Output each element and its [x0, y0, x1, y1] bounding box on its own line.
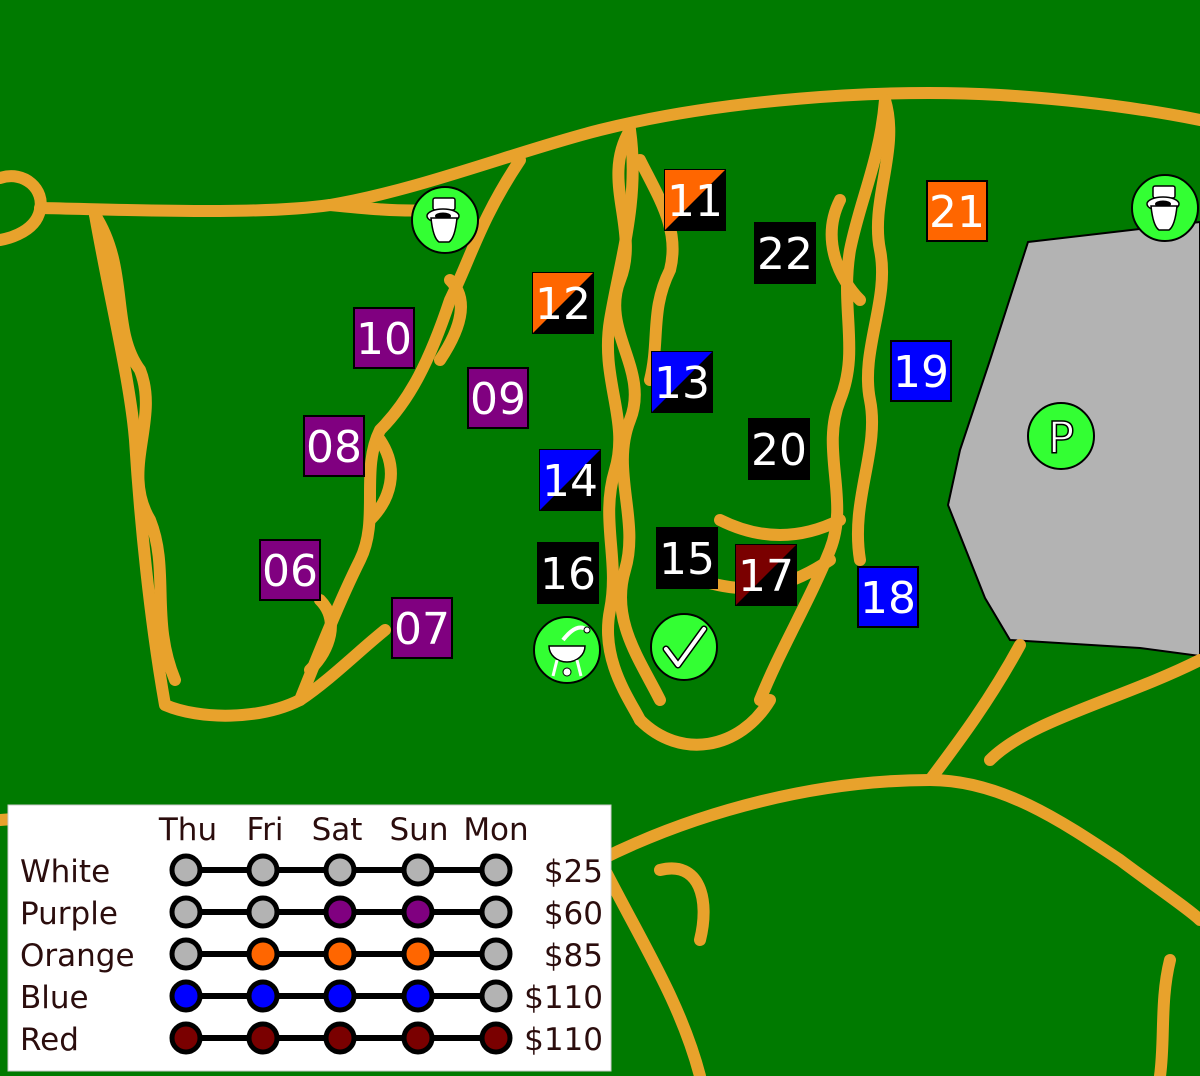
- site-08[interactable]: 08: [303, 415, 365, 477]
- site-number: 14: [542, 456, 598, 507]
- site-22[interactable]: 22: [754, 222, 816, 284]
- site-21[interactable]: 21: [926, 180, 988, 242]
- site-number: 13: [654, 358, 710, 409]
- site-number: 17: [738, 551, 794, 602]
- map-canvas: 06 07 08 09 10 11 12 13 14 15 16 17 18 1…: [0, 0, 1200, 1076]
- legend-day-dot: [479, 853, 513, 887]
- site-number: 19: [893, 347, 949, 398]
- site-number: 22: [757, 229, 813, 280]
- site-number: 07: [394, 604, 450, 655]
- site-17[interactable]: 17: [735, 544, 797, 606]
- site-number: 08: [306, 422, 362, 473]
- legend-day-dot: [323, 853, 357, 887]
- legend-day-dot: [246, 937, 280, 971]
- site-number: 15: [659, 534, 715, 585]
- legend-day-dot: [401, 979, 435, 1013]
- legend-day-dot: [323, 979, 357, 1013]
- legend-day-dot: [246, 895, 280, 929]
- legend-row-name: Blue: [20, 980, 89, 1016]
- legend-day-dot: [479, 895, 513, 929]
- parking-icon[interactable]: P: [1027, 402, 1095, 470]
- campground-map: 06 07 08 09 10 11 12 13 14 15 16 17 18 1…: [0, 0, 1200, 1076]
- site-16[interactable]: 16: [537, 542, 599, 604]
- day-header: Sat: [312, 812, 363, 848]
- site-09[interactable]: 09: [467, 367, 529, 429]
- legend-row-price: $25: [544, 854, 603, 890]
- site-number: 16: [540, 549, 596, 600]
- legend-day-headers: Thu Fri Sat Sun Mon: [158, 812, 529, 848]
- site-07[interactable]: 07: [391, 597, 453, 659]
- legend-day-dot: [479, 937, 513, 971]
- site-20[interactable]: 20: [748, 418, 810, 480]
- legend-day-dot: [479, 1021, 513, 1055]
- legend-day-dot: [169, 895, 203, 929]
- legend-day-dot: [323, 1021, 357, 1055]
- toilet-icon[interactable]: [1131, 174, 1199, 242]
- site-number: 12: [535, 279, 591, 330]
- legend-day-dot: [401, 853, 435, 887]
- legend-day-dot: [246, 979, 280, 1013]
- site-11[interactable]: 11: [664, 169, 726, 231]
- site-15[interactable]: 15: [656, 527, 718, 589]
- site-12[interactable]: 12: [532, 272, 594, 334]
- legend: Thu Fri Sat Sun Mon White $25 Purple $60 Ora…: [7, 804, 612, 1072]
- site-number: 10: [356, 314, 412, 365]
- day-header: Thu: [158, 812, 217, 848]
- legend-day-dot: [169, 979, 203, 1013]
- legend-row-name: Red: [20, 1022, 79, 1058]
- legend-row-price: $110: [524, 980, 603, 1016]
- legend-day-dot: [323, 895, 357, 929]
- legend-row-name: Purple: [20, 896, 118, 932]
- legend-row-name: Orange: [20, 938, 135, 974]
- site-06[interactable]: 06: [259, 539, 321, 601]
- legend-row-price: $60: [544, 896, 603, 932]
- legend-day-dot: [323, 937, 357, 971]
- legend-day-dot: [246, 1021, 280, 1055]
- legend-day-dot: [479, 979, 513, 1013]
- parking-label: P: [1048, 413, 1075, 464]
- site-number: 09: [470, 374, 526, 425]
- toilet-icon[interactable]: [411, 186, 479, 254]
- site-14[interactable]: 14: [539, 449, 601, 511]
- site-number: 11: [667, 176, 723, 227]
- legend-day-dot: [169, 1021, 203, 1055]
- site-number: 06: [262, 546, 318, 597]
- site-19[interactable]: 19: [890, 340, 952, 402]
- site-10[interactable]: 10: [353, 307, 415, 369]
- legend-row-price: $110: [524, 1022, 603, 1058]
- grill-icon[interactable]: [533, 616, 601, 684]
- legend-day-dot: [169, 853, 203, 887]
- checkmark-icon[interactable]: [650, 613, 718, 681]
- site-13[interactable]: 13: [651, 351, 713, 413]
- legend-day-dot: [401, 895, 435, 929]
- day-header: Sun: [390, 812, 449, 848]
- legend-day-dot: [169, 937, 203, 971]
- legend-row-price: $85: [544, 938, 603, 974]
- site-number: 20: [751, 425, 807, 476]
- site-number: 18: [860, 573, 916, 624]
- legend-day-dot: [246, 853, 280, 887]
- site-18[interactable]: 18: [857, 566, 919, 628]
- day-header: Fri: [247, 812, 284, 848]
- site-number: 21: [929, 187, 985, 238]
- legend-day-dot: [401, 1021, 435, 1055]
- day-header: Mon: [463, 812, 528, 848]
- legend-day-dot: [401, 937, 435, 971]
- legend-row-name: White: [20, 854, 110, 890]
